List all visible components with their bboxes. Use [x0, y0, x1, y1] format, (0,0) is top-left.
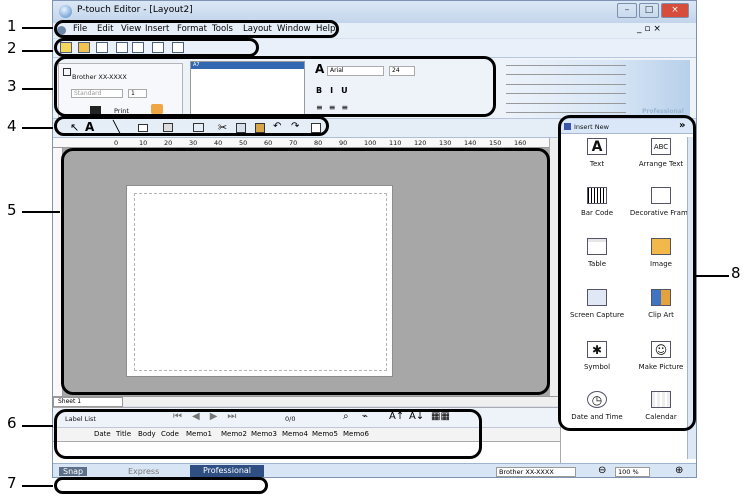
side-panel-highlight [558, 115, 696, 431]
ruler-mark: 160 [514, 139, 527, 147]
canvas-highlight [61, 148, 550, 395]
callout-5: 5 [7, 201, 17, 219]
callout-line-1 [22, 27, 53, 29]
express-mode-tab[interactable]: Express [128, 467, 159, 476]
label-list-highlight [54, 409, 482, 459]
callout-2: 2 [7, 39, 17, 57]
callout-6: 6 [7, 414, 17, 432]
minimize-button[interactable]: – [617, 3, 637, 18]
callout-line-6 [22, 425, 53, 427]
child-window-controls[interactable]: _ ▫ × [637, 24, 661, 34]
snap-button[interactable]: Snap [59, 467, 88, 476]
callout-7: 7 [7, 474, 17, 492]
ruler-mark: 150 [489, 139, 502, 147]
callout-line-7 [22, 485, 53, 487]
horizontal-ruler: 0 10 20 30 40 50 60 70 80 90 100 110 120… [53, 138, 549, 148]
menu-highlight [54, 20, 339, 38]
ruler-mark: 10 [139, 139, 148, 147]
callout-line-8 [696, 275, 729, 277]
layout-properties: Professional [502, 60, 690, 118]
professional-watermark: Professional [642, 108, 684, 115]
sheet-tab[interactable]: Sheet 1 [53, 397, 123, 407]
ruler-mark: 140 [464, 139, 477, 147]
professional-mode-tab[interactable]: Professional [190, 465, 264, 477]
layout-icons-row-2[interactable] [506, 84, 626, 94]
ruler-mark: 80 [314, 139, 323, 147]
toolbar-highlight [54, 38, 259, 57]
printer-select[interactable]: Brother XX-XXXX [496, 467, 576, 477]
ruler-mark: 30 [189, 139, 198, 147]
ruler-mark: 40 [214, 139, 223, 147]
callout-4: 4 [7, 117, 17, 135]
callout-8: 8 [731, 264, 741, 282]
draw-toolbar-highlight [54, 116, 329, 136]
ruler-mark: 50 [239, 139, 248, 147]
ribbon-highlight [54, 56, 496, 117]
maximize-button[interactable]: □ [639, 3, 659, 18]
mode-highlight [54, 477, 268, 494]
ruler-mark: 20 [164, 139, 173, 147]
zoom-out-icon[interactable]: ⊖ [598, 465, 606, 476]
layout-icons-row-1[interactable] [506, 65, 626, 75]
window-title: P-touch Editor - [Layout2] [77, 5, 193, 15]
callout-line-4 [22, 127, 53, 129]
layout-icons-row-3[interactable] [506, 103, 626, 113]
status-bar: Snap Express Professional Brother XX-XXX… [53, 463, 696, 477]
close-button[interactable]: × [661, 3, 689, 18]
callout-1: 1 [7, 17, 17, 35]
ruler-mark: 100 [364, 139, 377, 147]
ruler-mark: 130 [439, 139, 452, 147]
callout-line-5 [22, 211, 60, 213]
ruler-mark: 120 [414, 139, 427, 147]
ruler-mark: 0 [114, 139, 119, 147]
zoom-select[interactable]: 100 % [615, 467, 650, 477]
app-icon [59, 5, 72, 18]
zoom-in-icon[interactable]: ⊕ [675, 465, 683, 476]
callout-line-3 [22, 88, 53, 90]
ruler-mark: 60 [264, 139, 273, 147]
callout-3: 3 [7, 77, 17, 95]
horizontal-scrollbar[interactable]: Sheet 1 [53, 396, 560, 407]
callout-line-2 [22, 50, 53, 52]
ruler-mark: 90 [339, 139, 348, 147]
ruler-mark: 70 [289, 139, 298, 147]
ruler-mark: 110 [389, 139, 402, 147]
